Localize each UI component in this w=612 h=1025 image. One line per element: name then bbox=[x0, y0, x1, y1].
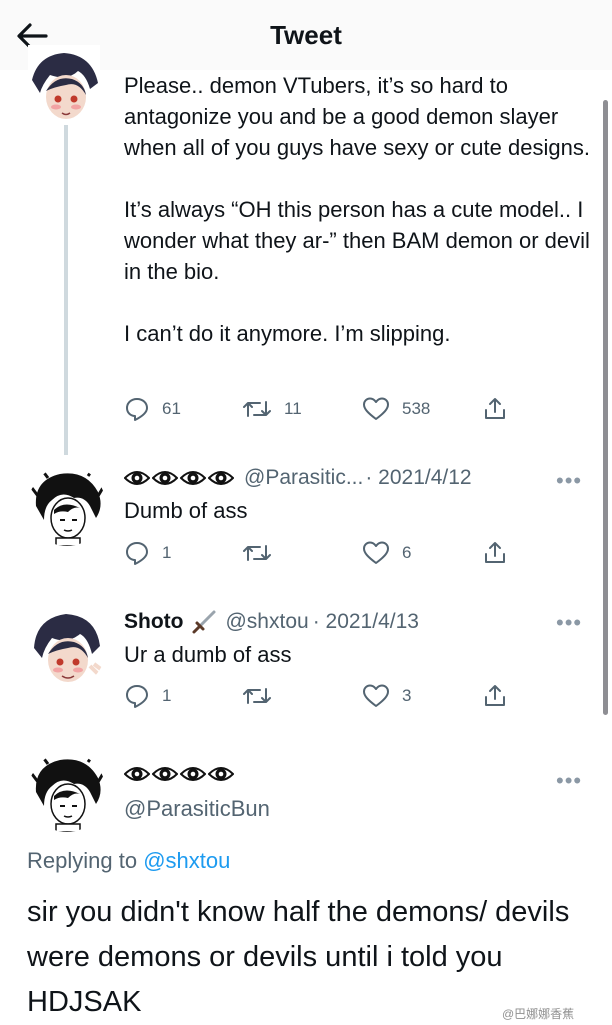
retweet-button[interactable] bbox=[242, 683, 284, 709]
tweet-paragraph: It’s always “OH this person has a cute m… bbox=[124, 197, 590, 284]
share-button[interactable] bbox=[482, 396, 508, 422]
share-icon bbox=[485, 685, 505, 706]
replying-to-line: Replying to @shxtou bbox=[27, 848, 230, 874]
replying-to-link[interactable]: @shxtou bbox=[143, 848, 230, 873]
retweet-icon bbox=[243, 545, 271, 561]
like-button[interactable]: 3 bbox=[362, 683, 411, 709]
eye-emoji-icon bbox=[152, 471, 178, 485]
more-options-button[interactable]: ••• bbox=[556, 768, 582, 794]
avatar[interactable] bbox=[28, 608, 106, 688]
reply-header: Shoto @shxtou · 2021/4/13 bbox=[124, 609, 419, 635]
eye-emoji-icon bbox=[124, 767, 150, 781]
display-name[interactable]: Shoto bbox=[124, 610, 183, 634]
reply-header: @Parasitic... · 2021/4/12 bbox=[124, 466, 472, 490]
more-options-button[interactable]: ••• bbox=[556, 610, 582, 636]
heart-icon bbox=[363, 397, 389, 420]
retweet-count: 11 bbox=[284, 399, 302, 418]
reply-button[interactable]: 61 bbox=[124, 396, 181, 422]
action-bar: 61 11 538 bbox=[124, 396, 514, 426]
action-bar: 1 3 bbox=[124, 683, 514, 713]
eye-emoji-icon bbox=[152, 767, 178, 781]
like-button[interactable]: 538 bbox=[362, 396, 430, 422]
like-button[interactable]: 6 bbox=[362, 540, 411, 566]
like-count: 538 bbox=[402, 399, 431, 418]
more-options-button[interactable]: ••• bbox=[556, 468, 582, 494]
like-count: 6 bbox=[402, 543, 412, 562]
reply-icon bbox=[126, 542, 148, 565]
replying-to-label: Replying to bbox=[27, 848, 144, 873]
action-bar: 1 6 bbox=[124, 540, 514, 570]
retweet-icon bbox=[243, 401, 271, 417]
reply-button[interactable]: 1 bbox=[124, 683, 171, 709]
heart-icon bbox=[363, 541, 389, 564]
retweet-button[interactable] bbox=[242, 540, 284, 566]
display-name[interactable] bbox=[124, 468, 236, 488]
like-count: 3 bbox=[402, 686, 412, 705]
share-icon bbox=[485, 398, 505, 419]
scrollbar[interactable] bbox=[603, 100, 608, 715]
reply-icon bbox=[126, 685, 148, 708]
thread-line bbox=[64, 125, 68, 455]
user-handle[interactable]: @ParasiticBun bbox=[124, 796, 270, 822]
eye-emoji-icon bbox=[208, 471, 234, 485]
eye-emoji-icon bbox=[208, 767, 234, 781]
reply-count: 1 bbox=[162, 686, 172, 705]
display-name[interactable] bbox=[124, 764, 236, 784]
reply-text: Dumb of ass bbox=[124, 498, 248, 523]
eye-emoji-icon bbox=[124, 471, 150, 485]
tweet-date[interactable]: · 2021/4/12 bbox=[365, 466, 471, 490]
reply-button[interactable]: 1 bbox=[124, 540, 171, 566]
tweet-paragraph: I can’t do it anymore. I’m slipping. bbox=[124, 321, 451, 346]
watermark: @巴娜娜香蕉 bbox=[502, 1007, 575, 1021]
tweet-date[interactable]: · 2021/4/13 bbox=[313, 610, 419, 634]
avatar[interactable] bbox=[28, 466, 106, 546]
heart-icon bbox=[363, 684, 389, 707]
reply-text: Ur a dumb of ass bbox=[124, 642, 292, 667]
eye-emoji-icon bbox=[180, 471, 206, 485]
reply-count: 61 bbox=[162, 399, 181, 418]
reply-icon bbox=[126, 398, 148, 421]
tweet-paragraph: Please.. demon VTubers, it’s so hard to … bbox=[124, 73, 590, 160]
share-icon bbox=[485, 542, 505, 563]
share-button[interactable] bbox=[482, 683, 508, 709]
avatar[interactable] bbox=[28, 752, 106, 832]
user-handle[interactable]: @shxtou bbox=[225, 610, 308, 634]
share-button[interactable] bbox=[482, 540, 508, 566]
reply-count: 1 bbox=[162, 543, 172, 562]
retweet-button[interactable]: 11 bbox=[242, 396, 302, 422]
user-handle[interactable]: @Parasitic... bbox=[244, 466, 363, 490]
retweet-icon bbox=[243, 688, 271, 704]
eye-emoji-icon bbox=[180, 767, 206, 781]
sword-icon bbox=[192, 610, 216, 634]
tweet-text: Please.. demon VTubers, it’s so hard to … bbox=[124, 70, 594, 349]
avatar[interactable] bbox=[28, 45, 100, 125]
